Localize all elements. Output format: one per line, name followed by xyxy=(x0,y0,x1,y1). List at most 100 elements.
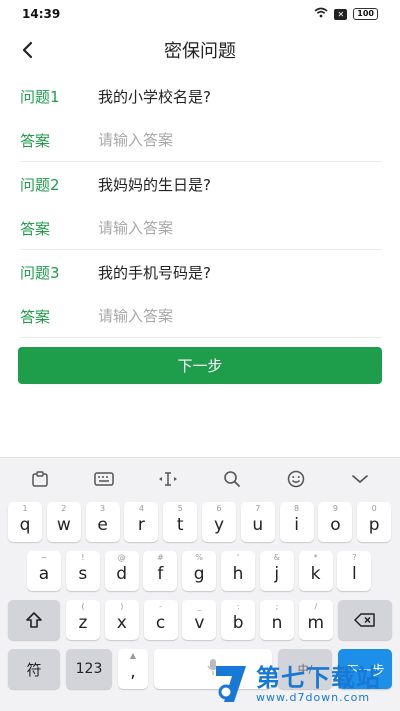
key-secondary-label: 9 xyxy=(332,504,338,513)
clipboard-icon[interactable] xyxy=(25,466,55,492)
battery-icon: 100 xyxy=(353,8,378,20)
key-secondary-label: 4 xyxy=(138,504,144,513)
key-secondary-label: 0 xyxy=(371,504,377,513)
symbol-key[interactable]: 符 xyxy=(8,649,60,689)
question-row-2: 问题2 我妈妈的生日是? xyxy=(0,162,400,206)
backspace-key[interactable] xyxy=(338,600,392,640)
key-y[interactable]: 6y xyxy=(202,502,236,542)
key-secondary-label: ! xyxy=(81,553,85,562)
sim-off-icon: ✕ xyxy=(334,8,348,20)
key-primary-label: s xyxy=(78,564,88,584)
key-secondary-label: ; xyxy=(275,602,279,611)
key-b[interactable]: :b xyxy=(221,600,256,640)
answer-input-2[interactable] xyxy=(98,219,368,237)
keyboard-toolbar xyxy=(0,458,400,500)
status-icons: ✕ 100 xyxy=(314,7,378,21)
key-primary-label: m xyxy=(307,613,325,633)
chevron-down-icon[interactable] xyxy=(345,466,375,492)
question-row-1: 问题1 我的小学校名是? xyxy=(0,74,400,118)
key-primary-label: a xyxy=(38,564,50,584)
keyboard-layout-icon[interactable] xyxy=(89,466,119,492)
key-j[interactable]: & j xyxy=(259,551,294,591)
key-secondary-label: ) xyxy=(120,602,124,611)
security-question-form: 问题1 我的小学校名是? 答案 问题2 我妈妈的生日是? 答案 问题3 我的手机… xyxy=(0,74,400,338)
answer-input-1[interactable] xyxy=(98,131,368,149)
key-secondary-label: 6 xyxy=(216,504,222,513)
key-m[interactable]: / m xyxy=(298,600,333,640)
key-n[interactable]: ; n xyxy=(260,600,294,640)
search-icon[interactable] xyxy=(217,466,247,492)
key-primary-label: r xyxy=(137,515,145,535)
key-secondary-label: 3 xyxy=(100,504,106,513)
key-primary-label: o xyxy=(330,515,341,535)
key-p[interactable]: 0p xyxy=(357,502,392,542)
emoji-icon[interactable] xyxy=(281,466,311,492)
key-primary-label: e xyxy=(97,515,108,535)
key-z[interactable]: (z xyxy=(66,600,100,640)
key-e[interactable]: 3e xyxy=(85,502,120,542)
watermark: 第七下载站 www.d7down.com xyxy=(212,660,396,708)
key-o[interactable]: 9o xyxy=(318,502,353,542)
answer-row-1: 答案 xyxy=(0,118,400,162)
key-h[interactable]: ' h xyxy=(221,551,255,591)
key-f[interactable]: # f xyxy=(143,551,178,591)
key-primary-label: i xyxy=(294,515,299,535)
key-r[interactable]: 4r xyxy=(124,502,159,542)
key-secondary-label: 1 xyxy=(22,504,28,513)
key-secondary-label: 7 xyxy=(255,504,261,513)
key-v[interactable]: _ v xyxy=(182,600,217,640)
key-primary-label: j xyxy=(274,564,280,584)
status-bar: 14:39 ✕ 100 xyxy=(0,0,400,28)
question-label: 问题1 xyxy=(20,87,60,106)
key-secondary-label: # xyxy=(157,553,164,562)
key-primary-label: q xyxy=(19,515,31,535)
key-secondary-label: ' xyxy=(236,553,240,562)
question-text: 我的小学校名是? xyxy=(98,87,211,106)
key-row-2: ~ a! s @ d # f% g ' h & j * k? l xyxy=(0,551,400,591)
key-primary-label: g xyxy=(193,564,205,584)
key-a[interactable]: ~ a xyxy=(27,551,61,591)
key-l[interactable]: ? l xyxy=(337,551,372,591)
key-g[interactable]: % g xyxy=(182,551,217,591)
key-i[interactable]: 8i xyxy=(279,502,314,542)
page-title: 密保问题 xyxy=(164,41,236,62)
question-text: 我的手机号码是? xyxy=(98,263,211,282)
next-step-button[interactable]: 下一步 xyxy=(18,347,382,384)
key-x[interactable]: ) x xyxy=(104,600,139,640)
key-primary-label: h xyxy=(232,564,244,584)
cursor-move-icon[interactable] xyxy=(153,466,183,492)
key-secondary-label: 5 xyxy=(177,504,183,513)
key-k[interactable]: * k xyxy=(298,551,333,591)
key-row-3: (z) x - c _ v: b; n / m xyxy=(0,600,400,640)
wifi-icon xyxy=(314,7,328,21)
shift-key[interactable] xyxy=(8,600,60,640)
key-primary-label: n xyxy=(271,613,283,633)
key-u[interactable]: 7u xyxy=(240,502,275,542)
key-c[interactable]: -c xyxy=(143,600,178,640)
key-primary-label: p xyxy=(368,515,380,535)
key-primary-label: u xyxy=(252,515,264,535)
answer-input-3[interactable] xyxy=(98,307,368,325)
key-q[interactable]: 1q xyxy=(8,502,42,542)
key-primary-label: w xyxy=(56,515,71,535)
key-d[interactable]: @ d xyxy=(104,551,139,591)
key-primary-label: k xyxy=(310,564,321,584)
question-label: 问题3 xyxy=(20,263,60,282)
number-key[interactable]: 123 xyxy=(66,649,112,689)
key-w[interactable]: 2w xyxy=(46,502,81,542)
key-secondary-label: 8 xyxy=(294,504,300,513)
key-secondary-label: ( xyxy=(81,602,85,611)
key-primary-label: d xyxy=(116,564,127,584)
key-primary-label: y xyxy=(213,515,225,535)
key-t[interactable]: 5t xyxy=(163,502,198,542)
back-icon[interactable] xyxy=(14,36,40,64)
answer-label: 答案 xyxy=(20,219,51,238)
key-secondary-label: - xyxy=(159,602,163,611)
key-primary-label: z xyxy=(78,613,88,633)
question-label: 问题2 xyxy=(20,175,60,194)
answer-label: 答案 xyxy=(20,131,51,150)
comma-key[interactable]: ▲ , xyxy=(118,649,148,689)
key-primary-label: f xyxy=(157,564,164,584)
key-s[interactable]: ! s xyxy=(65,551,100,591)
key-secondary-label: % xyxy=(195,553,203,562)
